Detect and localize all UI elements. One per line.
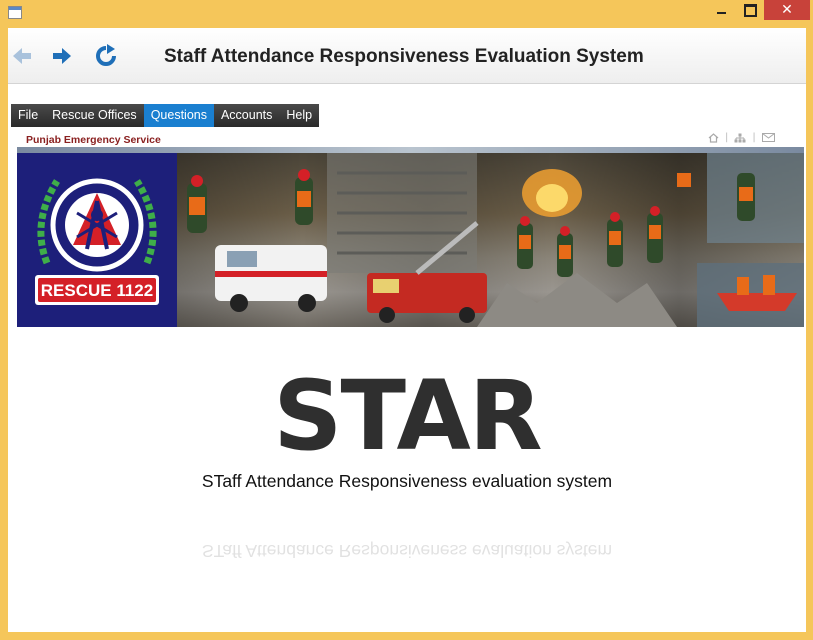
home-icon[interactable]	[708, 132, 719, 143]
rescue-photo-collage	[177, 153, 804, 327]
refresh-button[interactable]	[94, 44, 118, 68]
arrow-left-icon	[13, 48, 31, 64]
star-subtitle-reflection: STaff Attendance Responsiveness evaluati…	[201, 541, 613, 561]
arrow-right-icon	[53, 48, 71, 64]
maximize-button[interactable]	[736, 0, 764, 20]
minimize-button[interactable]	[706, 0, 736, 20]
menu-questions[interactable]: Questions	[143, 104, 214, 127]
forward-button[interactable]	[50, 44, 74, 68]
menu-file[interactable]: File	[11, 104, 45, 127]
toolbar: Staff Attendance Responsiveness Evaluati…	[8, 28, 806, 84]
star-logo-title: STAR	[273, 360, 542, 472]
app-title: Staff Attendance Responsiveness Evaluati…	[164, 46, 644, 67]
menubar: File Rescue Offices Questions Accounts H…	[11, 104, 320, 127]
icon-separator: |	[752, 132, 756, 143]
back-button[interactable]	[10, 44, 34, 68]
close-button[interactable]: ✕	[764, 0, 810, 20]
logo-badge-text: RESCUE 1122	[41, 281, 153, 300]
refresh-icon	[96, 44, 116, 66]
collage-image	[187, 153, 804, 327]
star-subtitle: STaff Attendance Responsiveness evaluati…	[201, 471, 613, 491]
rescue-1122-logo: RESCUE 1122	[17, 153, 177, 327]
close-icon: ✕	[781, 2, 793, 18]
mail-icon[interactable]	[761, 133, 775, 142]
app-icon	[8, 6, 22, 19]
window-titlebar: ✕	[0, 0, 813, 28]
rescue-emblem-icon: RESCUE 1122	[35, 178, 159, 305]
icon-separator: |	[725, 132, 729, 143]
menu-accounts[interactable]: Accounts	[214, 104, 279, 127]
window-client-area: Staff Attendance Responsiveness Evaluati…	[8, 28, 806, 632]
sitemap-icon[interactable]	[734, 133, 746, 143]
menu-rescue-offices[interactable]: Rescue Offices	[45, 104, 144, 127]
header-icons: | |	[708, 132, 775, 143]
organization-label: Punjab Emergency Service	[26, 134, 161, 146]
header-banner: RESCUE 1122	[17, 147, 804, 327]
menu-help[interactable]: Help	[279, 104, 319, 127]
